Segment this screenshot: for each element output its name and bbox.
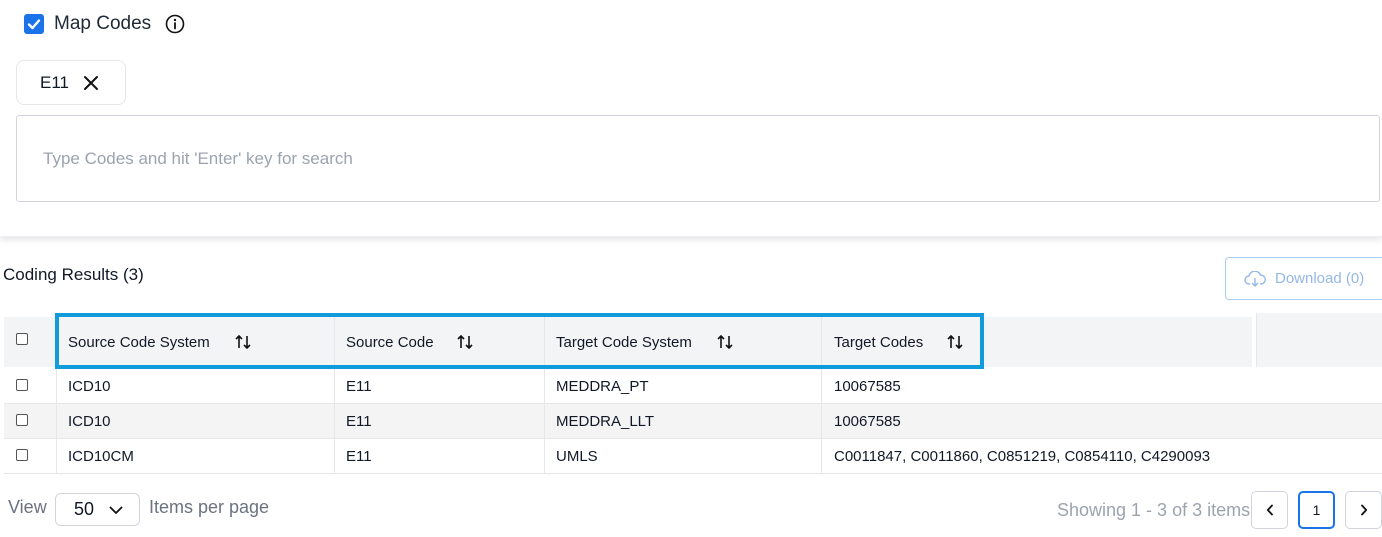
items-per-page-select[interactable]: 50 <box>55 493 140 526</box>
row-checkbox[interactable] <box>16 414 28 426</box>
code-search-input[interactable] <box>16 115 1380 202</box>
previous-page-button[interactable] <box>1251 491 1288 529</box>
cell-source-code-system: ICD10 <box>68 378 111 395</box>
items-per-page-value: 50 <box>74 499 95 519</box>
map-codes-panel: Map Codes E11 <box>0 0 1382 237</box>
cloud-download-icon <box>1244 270 1266 287</box>
table-row: ICD10 E11 MEDDRA_PT 10067585 <box>4 369 1382 404</box>
row-checkbox[interactable] <box>16 449 28 461</box>
chevron-left-icon <box>1266 504 1273 516</box>
view-label: View <box>8 497 47 517</box>
table-row: ICD10 E11 MEDDRA_LLT 10067585 <box>4 404 1382 439</box>
cell-source-code: E11 <box>346 413 372 430</box>
cell-source-code-system: ICD10CM <box>68 448 134 465</box>
chevron-down-icon <box>109 506 123 514</box>
cell-source-code: E11 <box>346 448 372 465</box>
select-all-checkbox[interactable] <box>16 333 28 345</box>
cell-source-code-system: ICD10 <box>68 413 111 430</box>
table-header-extension <box>1256 313 1382 367</box>
map-codes-checkbox[interactable] <box>24 14 44 34</box>
cell-target-codes: 10067585 <box>834 413 901 430</box>
cell-target-codes: 10067585 <box>834 378 901 395</box>
code-chip: E11 <box>16 60 126 105</box>
showing-count: Showing 1 - 3 of 3 items <box>1057 500 1251 520</box>
header-highlight-box <box>55 313 984 369</box>
map-codes-label: Map Codes <box>54 13 152 34</box>
map-codes-toggle-row: Map Codes <box>24 12 185 36</box>
table-row: ICD10CM E11 UMLS C0011847, C0011860, C08… <box>4 439 1382 474</box>
close-icon[interactable] <box>83 75 99 91</box>
cell-target-code-system: MEDDRA_LLT <box>556 413 655 430</box>
results-title: Coding Results (3) <box>3 265 144 284</box>
page-1-button[interactable]: 1 <box>1298 491 1335 529</box>
cell-target-code-system: UMLS <box>556 448 598 465</box>
cell-source-code: E11 <box>346 378 372 395</box>
next-page-button[interactable] <box>1345 491 1382 529</box>
cell-target-code-system: MEDDRA_PT <box>556 378 649 395</box>
chevron-right-icon <box>1360 504 1367 516</box>
download-label: Download (0) <box>1275 270 1365 287</box>
info-icon[interactable] <box>165 14 185 34</box>
cell-target-codes: C0011847, C0011860, C0851219, C0854110, … <box>834 448 1211 465</box>
code-chip-label: E11 <box>40 72 69 92</box>
row-checkbox[interactable] <box>16 379 28 391</box>
download-button[interactable]: Download (0) <box>1225 257 1382 300</box>
items-per-page-label: Items per page <box>149 497 270 517</box>
